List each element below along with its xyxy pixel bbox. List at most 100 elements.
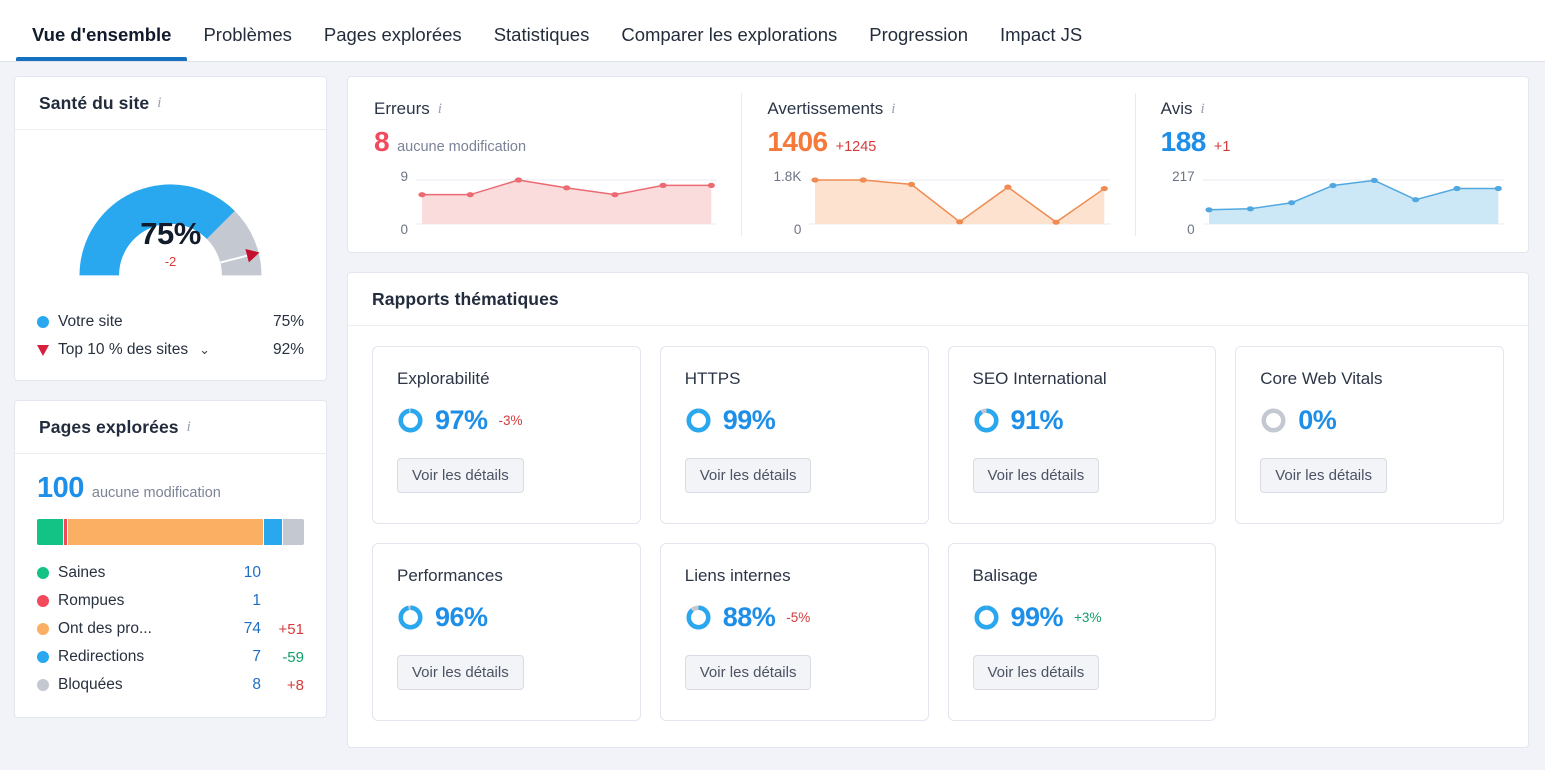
stat-figure: 1406+1245	[767, 126, 1110, 158]
stack-segment[interactable]	[64, 519, 67, 545]
site-health-delta: -2	[37, 254, 304, 269]
stat-figure: 8aucune modification	[374, 126, 717, 158]
sparkline-point[interactable]	[1246, 206, 1253, 211]
sparkline-point[interactable]	[1205, 207, 1212, 212]
info-icon[interactable]: i	[438, 102, 442, 117]
view-details-button[interactable]: Voir les détails	[397, 655, 524, 690]
axis-tick-bottom: 0	[400, 222, 408, 237]
view-details-button[interactable]: Voir les détails	[1260, 458, 1387, 493]
issues-summary-row: Erreursi8aucune modification90Avertissem…	[348, 77, 1528, 252]
pages-legend-row[interactable]: Saines10	[37, 559, 304, 587]
sparkline-point[interactable]	[515, 177, 522, 182]
health-legend-row[interactable]: Top 10 % des sites⌄92%	[37, 336, 304, 364]
pages-legend-row[interactable]: Bloquées8+8	[37, 671, 304, 699]
sparkline-chart	[416, 174, 717, 230]
view-details-button[interactable]: Voir les détails	[973, 458, 1100, 493]
pages-legend-label: Redirections	[58, 648, 226, 666]
pages-legend-row[interactable]: Redirections7-59	[37, 643, 304, 671]
stat-change: +1	[1214, 139, 1231, 155]
legend-dot-icon	[37, 679, 49, 691]
sparkline-point[interactable]	[467, 192, 474, 197]
tab-pages-explor-es[interactable]: Pages explorées	[308, 26, 478, 62]
view-details-button[interactable]: Voir les détails	[685, 655, 812, 690]
sparkline-point[interactable]	[1494, 186, 1501, 191]
report-card-title: SEO International	[973, 369, 1194, 389]
axis-tick-top: 217	[1172, 169, 1195, 184]
report-card-percent: 97%	[435, 405, 488, 436]
site-health-value: 75%	[37, 216, 304, 252]
sparkline-point[interactable]	[1412, 197, 1419, 202]
sparkline-wrap: 90	[374, 174, 717, 230]
pages-explored-legend: Saines10Rompues1Ont des pro...74+51Redir…	[37, 559, 304, 699]
report-card-title: Core Web Vitals	[1260, 369, 1481, 389]
sparkline-point[interactable]	[708, 183, 715, 188]
report-card-core-web-vitals[interactable]: Core Web Vitals0%Voir les détails	[1235, 346, 1504, 524]
pages-legend-row[interactable]: Rompues1	[37, 587, 304, 615]
progress-ring-icon	[1260, 407, 1287, 434]
info-icon[interactable]: i	[187, 420, 191, 435]
report-card-liens-internes[interactable]: Liens internes88%-5%Voir les détails	[660, 543, 929, 721]
sparkline-chart	[1203, 174, 1504, 230]
report-card-balisage[interactable]: Balisage99%+3%Voir les détails	[948, 543, 1217, 721]
sparkline-point[interactable]	[659, 183, 666, 188]
sparkline-point[interactable]	[956, 219, 963, 224]
tab-statistiques[interactable]: Statistiques	[478, 26, 606, 62]
site-health-legend: Votre site75%Top 10 % des sites⌄92%	[37, 308, 304, 364]
sparkline-point[interactable]	[1101, 186, 1108, 191]
report-card-https[interactable]: HTTPS99%Voir les détails	[660, 346, 929, 524]
progress-ring-icon	[397, 604, 424, 631]
info-icon[interactable]: i	[891, 102, 895, 117]
site-health-gauge: 75% -2	[37, 144, 304, 292]
progress-ring-icon	[685, 407, 712, 434]
pages-legend-value: 74	[235, 620, 261, 638]
sparkline-point[interactable]	[1288, 200, 1295, 205]
sparkline-point[interactable]	[860, 177, 867, 182]
pages-legend-change: -59	[270, 649, 304, 666]
report-card-title: Explorabilité	[397, 369, 618, 389]
report-card-performances[interactable]: Performances96%Voir les détails	[372, 543, 641, 721]
health-legend-label: Top 10 % des sites	[58, 341, 188, 359]
pages-legend-row[interactable]: Ont des pro...74+51	[37, 615, 304, 643]
sparkline-point[interactable]	[1453, 186, 1460, 191]
sparkline-point[interactable]	[1005, 184, 1012, 189]
sparkline-point[interactable]	[563, 185, 570, 190]
info-icon[interactable]: i	[1200, 102, 1204, 117]
view-details-button[interactable]: Voir les détails	[973, 655, 1100, 690]
sparkline-point[interactable]	[1329, 183, 1336, 188]
stat-card-avertissements: Avertissementsi1406+12451.8K0	[741, 77, 1134, 252]
report-card-seo-international[interactable]: SEO International91%Voir les détails	[948, 346, 1217, 524]
stack-segment[interactable]	[37, 519, 63, 545]
report-card-explorabilit-[interactable]: Explorabilité97%-3%Voir les détails	[372, 346, 641, 524]
pages-legend-label: Ont des pro...	[58, 620, 226, 638]
tab-vue-d-ensemble[interactable]: Vue d'ensemble	[16, 26, 187, 62]
stack-segment[interactable]	[283, 519, 304, 545]
thematic-reports-header: Rapports thématiques	[348, 273, 1528, 326]
health-legend-label: Votre site	[58, 313, 264, 331]
site-health-header: Santé du site i	[15, 77, 326, 130]
legend-dot-icon	[37, 316, 49, 328]
progress-ring-icon	[397, 407, 424, 434]
site-health-body: 75% -2 Votre site75%Top 10 % des sites⌄9…	[15, 130, 326, 380]
sparkline-point[interactable]	[1370, 178, 1377, 183]
tab-impact-js[interactable]: Impact JS	[984, 26, 1098, 62]
chevron-down-icon[interactable]: ⌄	[199, 342, 210, 358]
sparkline-point[interactable]	[908, 182, 915, 187]
tab-probl-mes[interactable]: Problèmes	[187, 26, 307, 62]
site-health-card: Santé du site i 75% -2 Votre site 75% Top …	[14, 76, 327, 381]
tab-progression[interactable]: Progression	[853, 26, 984, 62]
info-icon[interactable]: i	[157, 96, 161, 111]
report-card-score: 99%	[685, 405, 906, 436]
sparkline-point[interactable]	[418, 192, 425, 197]
stack-segment[interactable]	[264, 519, 282, 545]
view-details-button[interactable]: Voir les détails	[397, 458, 524, 493]
tab-comparer-les-explorations[interactable]: Comparer les explorations	[605, 26, 853, 62]
stack-segment[interactable]	[68, 519, 263, 545]
report-card-title: Balisage	[973, 566, 1194, 586]
thematic-reports-card: Rapports thématiques Explorabilité97%-3%…	[347, 272, 1529, 748]
sparkline-chart	[809, 174, 1110, 230]
view-details-button[interactable]: Voir les détails	[685, 458, 812, 493]
sparkline-point[interactable]	[611, 192, 618, 197]
sparkline-point[interactable]	[1053, 220, 1060, 225]
site-health-title: Santé du site	[39, 93, 149, 114]
sparkline-point[interactable]	[812, 177, 819, 182]
